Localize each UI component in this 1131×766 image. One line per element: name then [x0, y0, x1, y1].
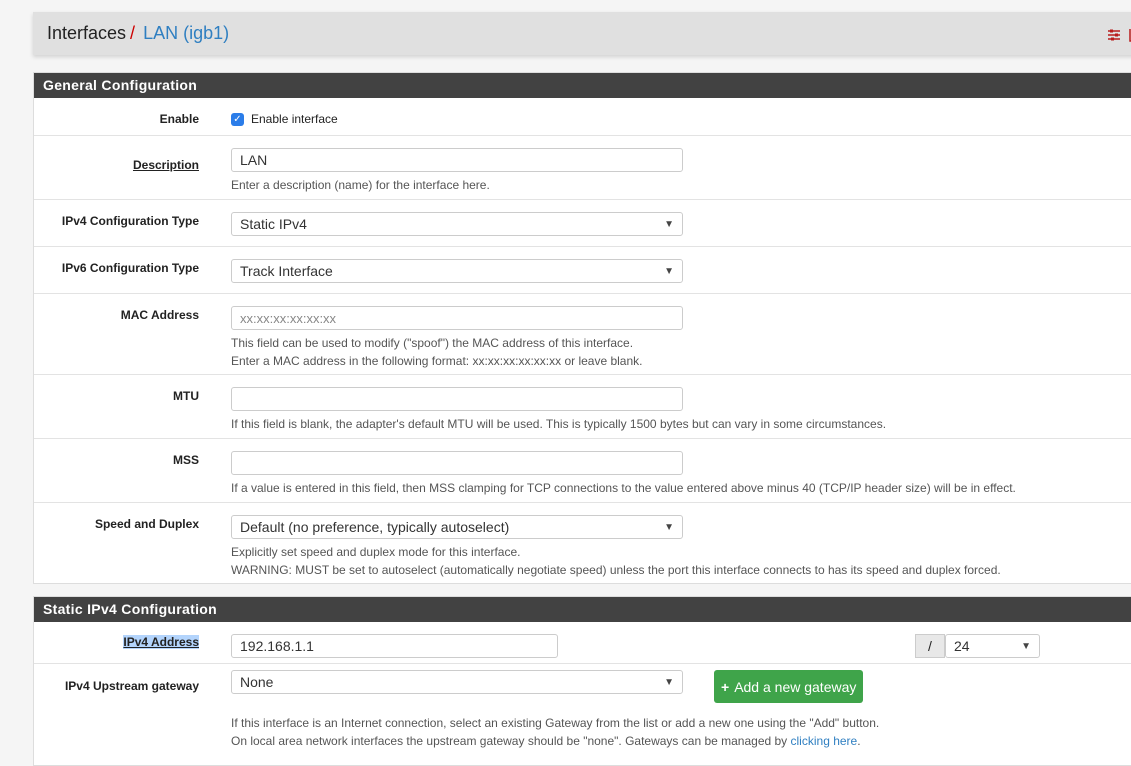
description-label: Description: [132, 158, 199, 172]
mtu-row: MTU If this field is blank, the adapter'…: [34, 375, 1131, 439]
page-header: Interfaces / LAN (igb1): [33, 12, 1131, 55]
general-configuration-panel: General Configuration Enable ✓ Enable int…: [33, 72, 1131, 584]
chevron-down-icon: ▼: [664, 265, 674, 277]
chevron-down-icon: ▼: [664, 676, 674, 688]
description-row: Description LAN Enter a description (name…: [34, 136, 1131, 200]
mtu-input[interactable]: [231, 387, 683, 411]
add-gateway-button[interactable]: + Add a new gateway: [714, 670, 864, 703]
sliders-icon[interactable]: [1107, 28, 1121, 42]
speed-select[interactable]: Default (no preference, typically autose…: [231, 515, 683, 539]
mac-label: MAC Address: [120, 308, 199, 322]
mac-input[interactable]: xx:xx:xx:xx:xx:xx: [231, 306, 683, 330]
enable-row: Enable ✓ Enable interface: [34, 98, 1131, 136]
mac-placeholder: xx:xx:xx:xx:xx:xx: [240, 310, 337, 326]
panel-heading: Static IPv4 Configuration: [34, 597, 1131, 622]
plus-icon: +: [721, 678, 730, 695]
speed-row: Speed and Duplex Default (no preference,…: [34, 503, 1131, 583]
mss-label: MSS: [172, 453, 199, 467]
mac-row: MAC Address xx:xx:xx:xx:xx:xx This field …: [34, 294, 1131, 375]
checkmark-icon: ✓: [231, 112, 244, 126]
gateway-value: None: [240, 674, 274, 690]
panel-heading: General Configuration: [34, 73, 1131, 98]
ipv6-type-select[interactable]: Track Interface ▼: [231, 259, 683, 283]
gateway-help-2: On local area network interfaces the ups…: [231, 734, 791, 748]
mtu-label: MTU: [173, 389, 199, 403]
enable-label: Enable: [159, 112, 199, 126]
ipv4-type-value: Static IPv4: [240, 216, 307, 232]
gateway-row: IPv4 Upstream gateway None ▼ If this inte…: [34, 664, 1131, 764]
mtu-help: If this field is blank, the adapter's de…: [231, 417, 887, 431]
ipv4-address-label: IPv4 Address: [123, 635, 199, 649]
breadcrumb-separator: /: [130, 23, 136, 43]
ipv4-address-input[interactable]: 192.168.1.1: [231, 634, 558, 658]
enable-checkbox[interactable]: ✓ Enable interface: [231, 112, 338, 126]
ipv6-type-value: Track Interface: [240, 263, 333, 279]
description-help: Enter a description (name) for the inter…: [231, 178, 490, 192]
ipv6-type-label: IPv6 Configuration Type: [61, 261, 199, 275]
mss-help: If a value is entered in this field, the…: [231, 481, 1016, 495]
cidr-value: 24: [954, 638, 970, 654]
speed-label: Speed and Duplex: [94, 517, 199, 531]
ipv4-type-row: IPv4 Configuration Type Static IPv4 ▼: [34, 200, 1131, 247]
enable-checkbox-label: Enable interface: [251, 112, 338, 126]
gateways-link[interactable]: clicking here: [791, 734, 858, 748]
gateway-help-1: If this interface is an Internet connect…: [231, 716, 880, 730]
static-ipv4-panel: Static IPv4 Configuration IPv4 Address 1…: [33, 596, 1131, 766]
gateway-label: IPv4 Upstream gateway: [64, 679, 199, 693]
chevron-down-icon: ▼: [664, 218, 674, 230]
cidr-select[interactable]: 24 ▼: [945, 634, 1040, 658]
chevron-down-icon: ▼: [664, 521, 674, 533]
mss-input[interactable]: [231, 451, 683, 475]
ipv6-type-row: IPv6 Configuration Type Track Interface ▼: [34, 247, 1131, 294]
speed-value: Default (no preference, typically autose…: [240, 519, 510, 535]
chevron-down-icon: ▼: [1021, 640, 1031, 652]
ipv4-address-row: IPv4 Address 192.168.1.1 / 24 ▼: [34, 622, 1131, 664]
ipv4-type-select[interactable]: Static IPv4 ▼: [231, 212, 683, 236]
mac-help-1: This field can be used to modify ("spoof…: [231, 336, 634, 350]
gateway-select[interactable]: None ▼: [231, 670, 683, 694]
ipv4-type-label: IPv4 Configuration Type: [61, 214, 199, 228]
ipv4-address-value: 192.168.1.1: [240, 638, 314, 654]
description-input[interactable]: LAN: [231, 148, 683, 172]
add-gateway-label: Add a new gateway: [734, 678, 857, 695]
mss-row: MSS If a value is entered in this field,…: [34, 439, 1131, 503]
breadcrumb-current[interactable]: LAN (igb1): [143, 23, 229, 44]
speed-help-2: WARNING: MUST be set to autoselect (auto…: [231, 563, 1001, 577]
gateway-help-suffix: .: [857, 734, 861, 748]
speed-help-1: Explicitly set speed and duplex mode for…: [231, 545, 521, 559]
description-value: LAN: [240, 152, 268, 168]
breadcrumb-parent[interactable]: Interfaces: [47, 23, 126, 44]
mac-help-2: Enter a MAC address in the following for…: [231, 354, 643, 368]
cidr-slash: /: [915, 634, 945, 658]
